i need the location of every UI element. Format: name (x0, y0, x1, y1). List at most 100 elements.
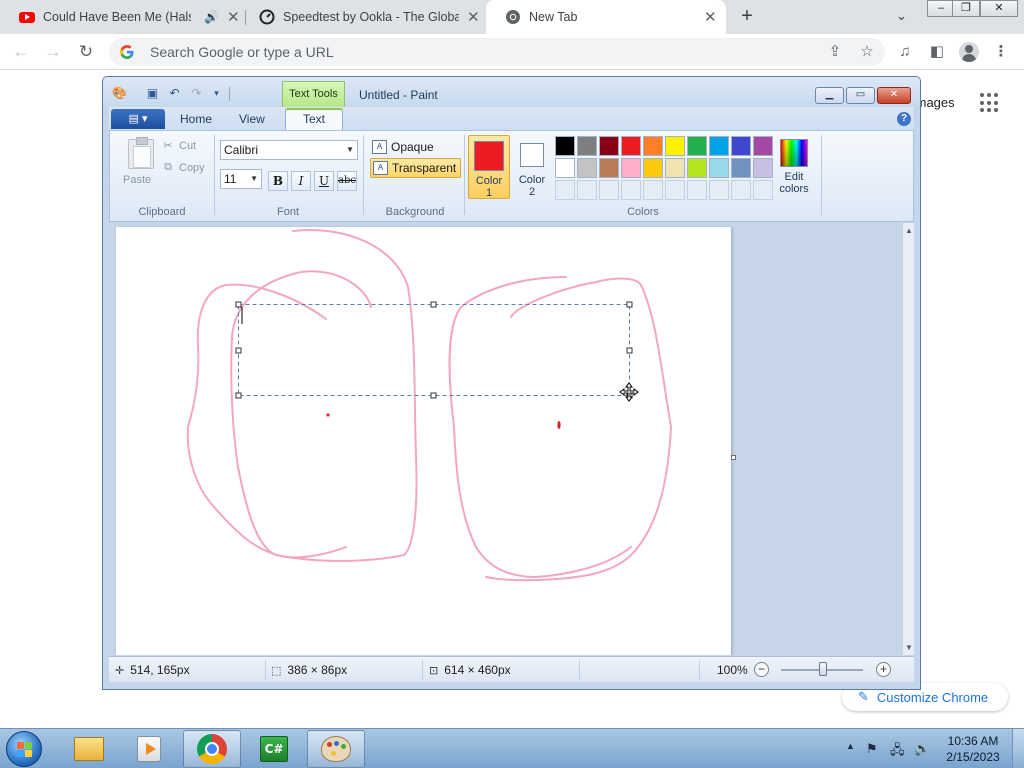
custom-color-slot[interactable] (643, 180, 663, 200)
palette-swatch[interactable] (621, 158, 641, 178)
bookmark-star-icon[interactable]: ☆ (857, 42, 877, 62)
custom-color-slot[interactable] (555, 180, 575, 200)
close-tab-icon[interactable]: ✕ (704, 8, 717, 26)
vertical-scrollbar[interactable]: ▲ ▼ (902, 223, 914, 655)
customize-qat-icon[interactable]: ▾ (209, 86, 224, 101)
edit-colors-button[interactable]: Edit colors (778, 139, 810, 195)
transparent-option[interactable]: A Transparent (370, 158, 462, 178)
help-icon[interactable]: ? (897, 112, 911, 126)
taskbar-media-player[interactable] (120, 730, 178, 768)
paint-close-button[interactable]: ✕ (877, 87, 911, 104)
custom-color-slot[interactable] (577, 180, 597, 200)
custom-color-slot[interactable] (599, 180, 619, 200)
redo-icon[interactable]: ↷ (189, 86, 204, 101)
close-tab-icon[interactable]: ✕ (227, 8, 240, 26)
audio-playing-icon[interactable]: 🔊 (204, 10, 219, 24)
paste-button[interactable]: Paste (114, 133, 158, 191)
palette-swatch[interactable] (687, 136, 707, 156)
tab-text[interactable]: Text (285, 108, 343, 131)
palette-swatch[interactable] (577, 158, 597, 178)
zoom-slider-thumb[interactable] (819, 662, 827, 676)
share-icon[interactable]: ⇪ (825, 42, 845, 62)
save-icon[interactable]: ▣ (145, 86, 160, 101)
color1-button[interactable]: Color 1 (468, 135, 510, 199)
tab-new-tab[interactable]: New Tab ✕ (486, 0, 726, 34)
taskbar-explorer[interactable] (60, 730, 118, 768)
minimize-button[interactable]: – (927, 0, 955, 17)
palette-swatch[interactable] (665, 158, 685, 178)
media-control-icon[interactable]: ♫ (895, 42, 915, 62)
system-clock[interactable]: 10:36 AM 2/15/2023 (938, 733, 1008, 765)
palette-swatch[interactable] (753, 136, 773, 156)
zoom-in-button[interactable]: + (876, 662, 891, 677)
font-size-select[interactable]: 11 ▼ (220, 169, 262, 189)
opaque-option[interactable]: A Opaque (370, 137, 438, 157)
google-apps-icon[interactable] (980, 93, 1000, 113)
custom-color-slot[interactable] (731, 180, 751, 200)
font-family-select[interactable]: Calibri ▼ (220, 140, 358, 160)
zoom-out-button[interactable]: − (754, 662, 769, 677)
action-center-icon[interactable]: ⚑ (866, 741, 878, 757)
custom-color-slot[interactable] (621, 180, 641, 200)
custom-color-slot[interactable] (709, 180, 729, 200)
new-tab-button[interactable]: + (736, 6, 758, 28)
taskbar-csharp[interactable]: C# (245, 730, 303, 768)
back-button[interactable]: ← (10, 41, 32, 63)
palette-swatch[interactable] (555, 158, 575, 178)
paint-minimize-button[interactable]: ▁ (815, 87, 844, 104)
italic-button[interactable]: I (291, 171, 311, 191)
close-tab-icon[interactable]: ✕ (467, 8, 480, 26)
text-selection-box[interactable] (235, 301, 633, 399)
restore-button[interactable]: ❐ (952, 0, 980, 17)
close-button[interactable]: ✕ (980, 0, 1018, 17)
paint-maximize-button[interactable]: ▭ (846, 87, 875, 104)
omnibox[interactable]: Search Google or type a URL ⇪ ☆ (109, 38, 885, 66)
paint-app-icon[interactable]: 🎨 (112, 86, 127, 101)
paint-file-menu-button[interactable]: ▤ ▾ (111, 109, 165, 129)
undo-icon[interactable]: ↶ (167, 86, 182, 101)
palette-swatch[interactable] (687, 158, 707, 178)
tab-search-icon[interactable]: ⌄ (896, 8, 907, 24)
scroll-down-icon[interactable]: ▼ (905, 643, 913, 652)
show-desktop-button[interactable] (1012, 729, 1024, 768)
tab-speedtest[interactable]: Speedtest by Ookla - The Global ✕ (240, 0, 486, 34)
palette-swatch[interactable] (577, 136, 597, 156)
color2-button[interactable]: Color 2 (511, 135, 553, 199)
network-icon[interactable]: 🖧 (890, 741, 905, 763)
palette-swatch[interactable] (643, 136, 663, 156)
tab-youtube[interactable]: Could Have Been Me (Halsey 🔊 ✕ (0, 0, 245, 34)
custom-color-slot[interactable] (687, 180, 707, 200)
palette-swatch[interactable] (709, 136, 729, 156)
drawing-canvas[interactable] (116, 227, 731, 655)
palette-swatch[interactable] (665, 136, 685, 156)
tab-home[interactable]: Home (180, 112, 212, 126)
tab-view[interactable]: View (239, 112, 265, 126)
custom-color-slot[interactable] (665, 180, 685, 200)
show-hidden-icons[interactable]: ▲ (846, 741, 855, 751)
canvas-resize-handle[interactable] (731, 455, 736, 460)
palette-swatch[interactable] (555, 136, 575, 156)
reload-button[interactable]: ↻ (75, 41, 97, 63)
bold-button[interactable]: B (268, 171, 288, 191)
palette-swatch[interactable] (643, 158, 663, 178)
palette-swatch[interactable] (731, 136, 751, 156)
palette-swatch[interactable] (621, 136, 641, 156)
strikethrough-button[interactable]: abc (337, 171, 357, 191)
palette-swatch[interactable] (599, 136, 619, 156)
chrome-menu-icon[interactable]: ⋮ (991, 42, 1011, 62)
copy-button[interactable]: ⧉ Copy (160, 161, 205, 174)
custom-color-slot[interactable] (753, 180, 773, 200)
profile-avatar[interactable] (959, 42, 979, 62)
taskbar-chrome[interactable] (183, 730, 241, 768)
scroll-up-icon[interactable]: ▲ (905, 226, 913, 235)
cut-button[interactable]: ✂ Cut (160, 139, 196, 153)
palette-swatch[interactable] (599, 158, 619, 178)
volume-icon[interactable]: 🔈 (914, 741, 930, 757)
palette-swatch[interactable] (731, 158, 751, 178)
palette-swatch[interactable] (753, 158, 773, 178)
start-button[interactable] (6, 731, 42, 767)
taskbar-paint[interactable] (307, 730, 365, 768)
underline-button[interactable]: U (314, 171, 334, 191)
palette-swatch[interactable] (709, 158, 729, 178)
forward-button[interactable]: → (42, 41, 64, 63)
